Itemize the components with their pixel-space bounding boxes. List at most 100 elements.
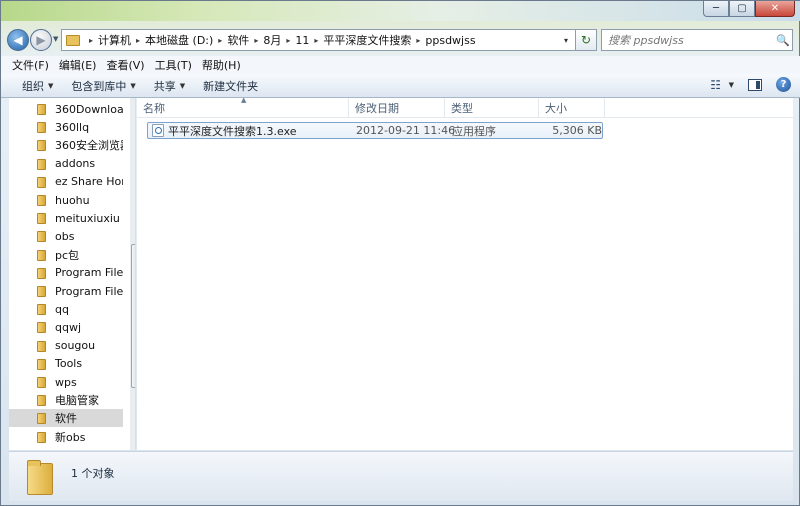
maximize-button[interactable]: ▢ <box>729 1 755 17</box>
sidebar-item[interactable]: ez Share Hom <box>9 173 123 191</box>
breadcrumb-item[interactable]: 本地磁盘 (D:) <box>145 32 213 48</box>
share-button[interactable]: 共享 ▼ <box>145 78 194 94</box>
menu-edit[interactable]: 编辑(E) <box>54 57 102 73</box>
navigation-pane: 360Downloads 360llq 360安全浏览器 addons ez Share… <box>9 98 136 450</box>
search-icon[interactable]: 🔍 <box>774 34 792 47</box>
search-input[interactable] <box>602 31 774 49</box>
sidebar-item-label: 电脑管家 <box>55 394 99 408</box>
sidebar-item-label: 360llq <box>55 120 90 134</box>
folder-icon <box>37 231 46 243</box>
chevron-down-icon: ▼ <box>130 81 136 90</box>
sidebar-item[interactable]: sougou <box>9 337 123 355</box>
breadcrumb-separator-icon[interactable]: ▸ <box>309 36 323 45</box>
breadcrumb-item[interactable]: 11 <box>295 34 309 47</box>
sidebar-item[interactable]: Program Files <box>9 264 123 282</box>
sidebar-item[interactable]: meituxiuxiu <box>9 209 123 227</box>
column-name[interactable]: 名称 ▲ <box>137 96 349 118</box>
folder-icon <box>37 140 46 152</box>
column-type[interactable]: 类型 <box>445 98 539 118</box>
sidebar-item[interactable]: 新obs <box>9 428 123 446</box>
new-folder-button[interactable]: 新建文件夹 <box>194 78 267 94</box>
column-size-label: 大小 <box>545 102 567 115</box>
organize-label: 组织 <box>22 79 44 93</box>
breadcrumb-separator-icon[interactable]: ▸ <box>411 36 425 45</box>
sidebar-item-label: wps <box>55 375 77 389</box>
minimize-button[interactable]: ─ <box>703 1 729 17</box>
menu-file[interactable]: 文件(F) <box>7 57 54 73</box>
menu-bar: 文件(F) 编辑(E) 查看(V) 工具(T) 帮助(H) <box>1 56 800 74</box>
sidebar-item[interactable]: 软件 <box>9 409 123 428</box>
menu-view[interactable]: 查看(V) <box>101 57 149 73</box>
address-dropdown-icon[interactable]: ▾ <box>558 36 574 45</box>
folder-icon <box>37 358 46 370</box>
navigation-scrollbar[interactable] <box>130 98 135 450</box>
menu-tools[interactable]: 工具(T) <box>150 57 197 73</box>
menu-help[interactable]: 帮助(H) <box>197 57 246 73</box>
sort-ascending-icon: ▲ <box>241 96 247 104</box>
change-view-icon[interactable]: ☷ <box>707 78 725 92</box>
breadcrumb-separator-icon[interactable]: ▸ <box>131 36 145 45</box>
details-pane: 1 个对象 <box>9 451 793 501</box>
sidebar-item-label: meituxiuxiu <box>55 211 120 225</box>
breadcrumb: ▸ 计算机 ▸ 本地磁盘 (D:) ▸ 软件 ▸ 8月 ▸ 11 ▸ 平平深度文件搜索 ▸ ppsdwjs… <box>84 30 476 50</box>
sidebar-item[interactable]: 360安全浏览器 <box>9 136 123 154</box>
scrollbar-thumb[interactable] <box>131 244 135 388</box>
organize-button[interactable]: 组织 ▼ <box>13 78 62 94</box>
table-row[interactable]: 平平深度文件搜索1.3.exe 2012-09-21 11:46 应用程序 5,… <box>147 122 603 139</box>
folder-icon <box>37 322 46 334</box>
sidebar-item[interactable]: Program Files <box>9 282 123 300</box>
search-box[interactable]: 🔍 <box>601 29 793 51</box>
back-button[interactable]: ◀ <box>7 29 29 51</box>
breadcrumb-item[interactable]: ppsdwjss <box>425 34 475 47</box>
column-size[interactable]: 大小 <box>539 98 605 118</box>
sidebar-item[interactable]: addons <box>9 155 123 173</box>
address-bar[interactable]: ▸ 计算机 ▸ 本地磁盘 (D:) ▸ 软件 ▸ 8月 ▸ 11 ▸ 平平深度文件搜索 ▸ ppsdwjs… <box>61 29 597 51</box>
folder-icon <box>37 158 46 170</box>
breadcrumb-item[interactable]: 8月 <box>263 32 281 48</box>
preview-pane-icon[interactable] <box>748 78 762 91</box>
sidebar-item[interactable]: 电脑管家 <box>9 391 123 409</box>
forward-button[interactable]: ▶ <box>30 29 52 51</box>
sidebar-item[interactable]: wps <box>9 373 123 391</box>
breadcrumb-item[interactable]: 计算机 <box>98 32 131 48</box>
breadcrumb-item[interactable]: 平平深度文件搜索 <box>323 32 411 48</box>
recent-pages-icon[interactable]: ▼ <box>53 35 58 43</box>
application-file-icon <box>152 124 164 137</box>
explorer-window: ─ ▢ ✕ ◀ ▶ ▼ ▸ 计算机 ▸ 本地磁盘 (D:) ▸ 软件 ▸ 8月 ▸ 11 ▸ 平平深度… <box>0 0 800 506</box>
sidebar-item-label: 360Downloads <box>55 102 123 116</box>
sidebar-item[interactable]: 360Downloads <box>9 100 123 118</box>
breadcrumb-separator-icon[interactable]: ▸ <box>213 36 227 45</box>
folder-icon <box>37 213 46 225</box>
sidebar-item[interactable]: huohu <box>9 191 123 209</box>
breadcrumb-separator-icon[interactable]: ▸ <box>249 36 263 45</box>
column-modified[interactable]: 修改日期 <box>349 98 445 118</box>
refresh-button[interactable]: ↻ <box>575 29 597 51</box>
sidebar-item-label: Tools <box>55 357 83 371</box>
share-label: 共享 <box>153 79 176 93</box>
breadcrumb-separator-icon[interactable]: ▸ <box>84 36 98 45</box>
folder-icon <box>37 176 46 188</box>
breadcrumb-item[interactable]: 软件 <box>227 32 249 48</box>
folder-icon <box>27 460 53 495</box>
close-button[interactable]: ✕ <box>755 1 795 17</box>
navigation-bar: ◀ ▶ ▼ ▸ 计算机 ▸ 本地磁盘 (D:) ▸ 软件 ▸ 8月 ▸ 11 ▸ 平平深度文件搜索 ▸ p… <box>1 25 800 53</box>
chevron-down-icon[interactable]: ▼ <box>729 81 734 89</box>
chevron-down-icon: ▼ <box>48 81 54 90</box>
column-name-label: 名称 <box>143 102 165 115</box>
folder-icon <box>37 304 46 316</box>
folder-icon <box>37 104 46 115</box>
sidebar-item[interactable]: qq <box>9 300 123 318</box>
sidebar-item[interactable]: pc包 <box>9 246 123 264</box>
sidebar-item[interactable]: qqwj <box>9 318 123 336</box>
sidebar-item[interactable]: 360llq <box>9 118 123 136</box>
include-in-library-button[interactable]: 包含到库中 ▼ <box>62 78 144 94</box>
file-type: 应用程序 <box>452 124 496 138</box>
sidebar-item-label: 新obs <box>55 430 86 444</box>
sidebar-item[interactable]: obs <box>9 227 123 245</box>
help-icon[interactable]: ? <box>776 77 791 92</box>
column-modified-label: 修改日期 <box>355 102 399 115</box>
sidebar-item[interactable]: Tools <box>9 355 123 373</box>
folder-icon <box>37 267 46 279</box>
breadcrumb-separator-icon[interactable]: ▸ <box>281 36 295 45</box>
sidebar-item-label: Program Files <box>55 266 123 280</box>
